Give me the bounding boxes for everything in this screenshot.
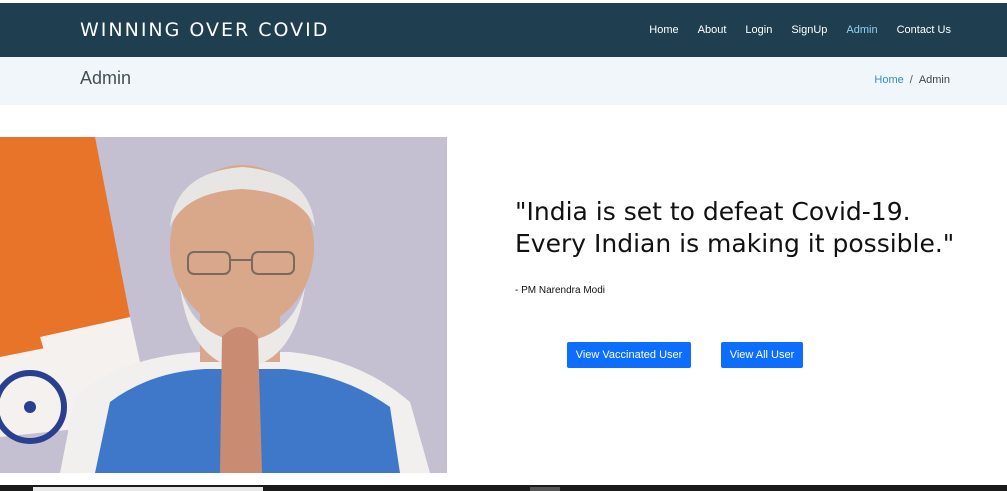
brand-logo[interactable]: WINNING OVER COVID (80, 19, 329, 41)
hero-photo-illustration (0, 137, 447, 473)
hero-photo (0, 137, 447, 473)
bottom-bar-segment (530, 487, 560, 491)
breadcrumb-home-link[interactable]: Home (874, 74, 903, 86)
breadcrumb-separator: / (909, 74, 913, 86)
quote-attribution: - PM Narendra Modi (515, 285, 606, 296)
nav-about-link[interactable]: About (698, 24, 727, 36)
nav-home-link[interactable]: Home (649, 24, 678, 36)
breadcrumb-current: Admin (918, 74, 950, 86)
nav-contact-link[interactable]: Contact Us (897, 24, 951, 36)
breadcrumb: Home / Admin (874, 74, 950, 86)
nav-admin-link[interactable]: Admin (846, 24, 877, 36)
navbar: WINNING OVER COVID Home About Login Sign… (0, 3, 1007, 57)
view-vaccinated-user-button[interactable]: View Vaccinated User (567, 342, 691, 368)
bottom-bar-segment (33, 487, 263, 491)
page-title: Admin (80, 68, 132, 88)
view-all-user-button[interactable]: View All User (721, 342, 803, 368)
nav-links: Home About Login SignUp Admin Contact Us (649, 24, 951, 36)
nav-login-link[interactable]: Login (745, 24, 772, 36)
page-header: Admin Home / Admin (0, 57, 1007, 105)
hero-quote: "India is set to defeat Covid-19. Every … (515, 197, 955, 258)
nav-signup-link[interactable]: SignUp (791, 24, 827, 36)
